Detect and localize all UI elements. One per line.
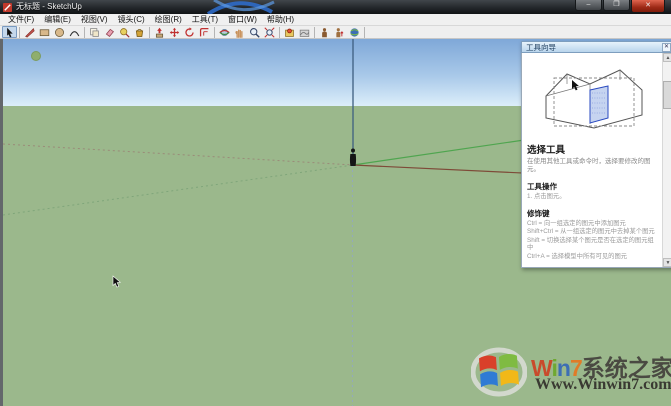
win7-watermark: Win7系统之家 Www.Winwin7.com	[471, 343, 671, 403]
model-viewport[interactable]: 工具向导 ✕ 选择工具 在使用其他工具或命令时，选择要修改的图元。 工具操作	[0, 39, 671, 406]
menu-edit[interactable]: 编辑(E)	[39, 14, 76, 26]
push-pull-tool-icon[interactable]	[152, 26, 167, 38]
pan-tool-icon[interactable]	[232, 26, 247, 38]
scroll-down-icon[interactable]: ▼	[663, 258, 671, 267]
offset-tool-icon[interactable]	[197, 26, 212, 38]
menu-tools[interactable]: 工具(T)	[187, 14, 223, 26]
make-component-icon[interactable]	[87, 26, 102, 38]
paint-bucket-icon[interactable]	[132, 26, 147, 38]
tape-measure-icon[interactable]	[117, 26, 132, 38]
get-models-icon[interactable]	[317, 26, 332, 38]
modifier-shift: Shift = 切换选择某个图元是否在选定的图元组中	[527, 237, 659, 252]
eraser-tool-icon[interactable]	[102, 26, 117, 38]
zoom-extents-icon[interactable]	[262, 26, 277, 38]
menu-help[interactable]: 帮助(H)	[262, 14, 299, 26]
share-model-icon[interactable]	[332, 26, 347, 38]
operation-heading: 工具操作	[527, 181, 659, 192]
window-title: 无标题 - SketchUp	[16, 0, 82, 14]
menu-window[interactable]: 窗口(W)	[223, 14, 262, 26]
select-tool-icon[interactable]	[2, 26, 17, 38]
toolbar-separator	[364, 27, 365, 38]
instructor-panel-titlebar[interactable]: 工具向导 ✕	[521, 41, 671, 53]
toolbar-separator	[314, 27, 315, 38]
sketchup-window: 无标题 - SketchUp – ❐ ✕ 文件(F) 编辑(E) 视图(V) 镜…	[0, 0, 671, 406]
operation-step: 1. 点击图元。	[527, 193, 659, 201]
toggle-terrain-icon[interactable]	[297, 26, 312, 38]
move-tool-icon[interactable]	[167, 26, 182, 38]
mouse-cursor	[113, 276, 120, 287]
send-to-layout-icon[interactable]	[347, 26, 362, 38]
panel-close-icon[interactable]: ✕	[662, 43, 671, 52]
menu-camera[interactable]: 镜头(C)	[113, 14, 150, 26]
instructor-panel-body: 选择工具 在使用其他工具或命令时，选择要修改的图元。 工具操作 1. 点击图元。…	[521, 53, 671, 268]
title-bar: 无标题 - SketchUp – ❐ ✕	[0, 0, 671, 14]
drawn-circle-entity	[32, 52, 41, 61]
instructor-panel: 工具向导 ✕ 选择工具 在使用其他工具或命令时，选择要修改的图元。 工具操作	[521, 41, 671, 268]
modifier-heading: 修饰键	[527, 208, 659, 219]
instructor-panel-title: 工具向导	[526, 43, 556, 52]
toolbar-separator	[149, 27, 150, 38]
windows-logo-icon	[471, 345, 527, 399]
scale-figure	[350, 149, 356, 167]
toolbar-separator	[279, 27, 280, 38]
menu-view[interactable]: 视图(V)	[76, 14, 113, 26]
toolbar-separator	[19, 27, 20, 38]
modifier-ctrl: Ctrl = 向一组选定的图元中添加图元	[527, 220, 659, 228]
select-tool-illustration	[534, 60, 652, 136]
arc-tool-icon[interactable]	[67, 26, 82, 38]
watermark-url-text: Www.Winwin7.com	[535, 376, 671, 394]
tool-heading: 选择工具	[527, 142, 659, 156]
minimize-button[interactable]: –	[575, 0, 602, 11]
menu-bar: 文件(F) 编辑(E) 视图(V) 镜头(C) 绘图(R) 工具(T) 窗口(W…	[0, 14, 671, 26]
getting-started-toolbar	[0, 26, 671, 39]
modifier-shift-ctrl: Shift+Ctrl = 从一组选定的图元中去掉某个图元	[527, 228, 659, 236]
rectangle-tool-icon[interactable]	[37, 26, 52, 38]
menu-draw[interactable]: 绘图(R)	[150, 14, 187, 26]
tool-intro: 在使用其他工具或命令时，选择要修改的图元。	[527, 158, 659, 174]
menu-file[interactable]: 文件(F)	[3, 14, 39, 26]
close-button[interactable]: ✕	[631, 0, 665, 13]
orbit-tool-icon[interactable]	[217, 26, 232, 38]
scroll-up-icon[interactable]: ▲	[663, 53, 671, 62]
rotate-tool-icon[interactable]	[182, 26, 197, 38]
sketchup-app-icon	[3, 3, 12, 12]
titlebar-swoosh-decoration	[200, 0, 280, 14]
maximize-button[interactable]: ❐	[603, 0, 630, 11]
modifier-ctrl-a: Ctrl+A = 选择模型中所有可见的图元	[527, 253, 659, 261]
circle-tool-icon[interactable]	[52, 26, 67, 38]
toolbar-separator	[84, 27, 85, 38]
panel-scrollbar[interactable]: ▲ ▼	[662, 53, 671, 267]
add-location-icon[interactable]	[282, 26, 297, 38]
scrollbar-thumb[interactable]	[663, 81, 671, 109]
toolbar-separator	[214, 27, 215, 38]
line-tool-icon[interactable]	[22, 26, 37, 38]
zoom-tool-icon[interactable]	[247, 26, 262, 38]
